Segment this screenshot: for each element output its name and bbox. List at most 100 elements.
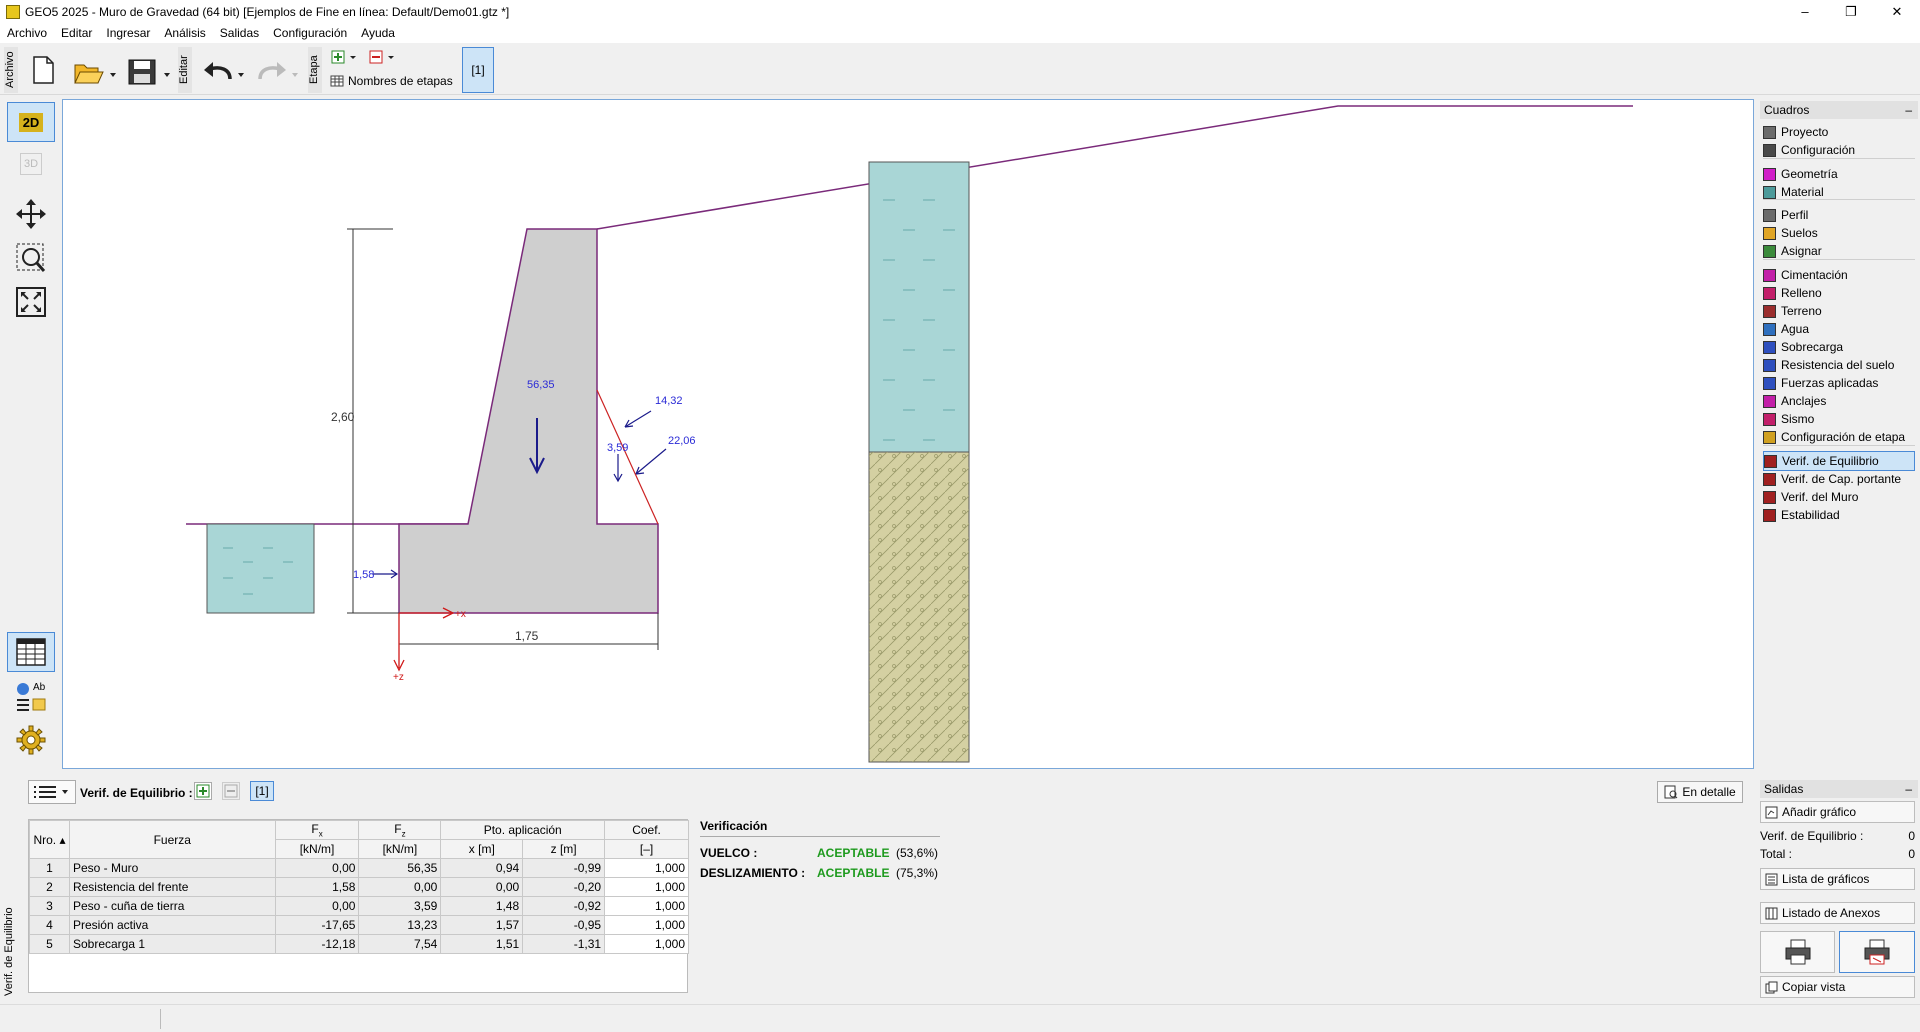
earthquake-icon bbox=[1763, 412, 1776, 426]
stage-tag-button[interactable]: [1] bbox=[250, 781, 274, 801]
cell-coef[interactable]: 1,000 bbox=[604, 877, 689, 897]
cuadros-item-wall-check[interactable]: Verif. del Muro bbox=[1763, 487, 1915, 507]
table-view-button[interactable] bbox=[7, 632, 55, 672]
graph-list-button[interactable]: Lista de gráficos bbox=[1760, 868, 1915, 890]
add-graph-icon bbox=[1765, 806, 1778, 818]
cell-coef[interactable]: 1,000 bbox=[604, 934, 689, 954]
drawing-canvas[interactable]: 2,60 1,75 56,35 14,32 3,59 22,06 1,58 +x… bbox=[62, 99, 1754, 769]
list-menu-button[interactable] bbox=[28, 780, 76, 804]
annex-list-label: Listado de Anexos bbox=[1782, 906, 1881, 920]
zoom-extents-button[interactable] bbox=[7, 282, 55, 322]
add-graph-label: Añadir gráfico bbox=[1782, 805, 1857, 819]
menu-ayuda[interactable]: Ayuda bbox=[354, 26, 402, 40]
cuadros-item-foundation[interactable]: Cimentación bbox=[1763, 265, 1915, 285]
height-dimension-label: 2,60 bbox=[331, 410, 355, 424]
undo-button[interactable] bbox=[198, 55, 248, 89]
view-3d-label: 3D bbox=[19, 153, 43, 175]
add-graph-button[interactable]: Añadir gráfico bbox=[1760, 801, 1915, 823]
menu-archivo[interactable]: Archivo bbox=[0, 26, 54, 40]
cell-coef[interactable]: 1,000 bbox=[604, 915, 689, 935]
redo-button[interactable] bbox=[252, 55, 302, 89]
legend-button[interactable]: Ab bbox=[7, 676, 55, 716]
menu-analisis[interactable]: Análisis bbox=[157, 26, 212, 40]
cell-fx: 1,58 bbox=[274, 877, 360, 897]
cuadros-item-bearing[interactable]: Verif. de Cap. portante bbox=[1763, 469, 1915, 489]
cuadros-item-label: Proyecto bbox=[1781, 125, 1829, 139]
outputs-collapse-button[interactable]: – bbox=[1905, 780, 1912, 798]
cell-coef[interactable]: 1,000 bbox=[604, 858, 689, 878]
copy-view-icon bbox=[1765, 981, 1778, 993]
stage-1-button[interactable]: [1] bbox=[462, 47, 494, 93]
table-row[interactable]: 3 Peso - cuña de tierra 0,00 3,59 1,48 -0,92 1… bbox=[29, 896, 689, 916]
view-2d-button[interactable]: 2D bbox=[7, 102, 55, 142]
cell-fz: 0,00 bbox=[358, 877, 442, 897]
cuadros-item-stage-settings[interactable]: Configuración de etapa bbox=[1763, 427, 1915, 447]
cuadros-item-assign[interactable]: Asignar bbox=[1763, 241, 1915, 261]
move-icon bbox=[16, 199, 46, 229]
cuadros-collapse-button[interactable]: – bbox=[1905, 101, 1912, 119]
cuadros-item-equilibrium[interactable]: Verif. de Equilibrio bbox=[1763, 451, 1915, 471]
copy-view-button[interactable]: Copiar vista bbox=[1760, 976, 1915, 998]
table-row[interactable]: 2 Resistencia del frente 1,58 0,00 0,00 -0,20… bbox=[29, 877, 689, 897]
cuadros-item-material[interactable]: Material bbox=[1763, 182, 1915, 202]
cuadros-item-document[interactable]: Proyecto bbox=[1763, 122, 1915, 142]
cuadros-item-soils[interactable]: Suelos bbox=[1763, 223, 1915, 243]
cuadros-item-profile[interactable]: Perfil bbox=[1763, 205, 1915, 225]
cuadros-item-surcharge[interactable]: Sobrecarga bbox=[1763, 337, 1915, 357]
view-3d-button[interactable]: 3D bbox=[7, 144, 55, 184]
active-force-arrow bbox=[635, 448, 667, 475]
cuadros-item-gear[interactable]: Configuración bbox=[1763, 140, 1915, 160]
foundation-icon bbox=[1763, 268, 1776, 282]
front-resistance-label: 1,58 bbox=[353, 569, 374, 581]
open-file-button[interactable] bbox=[70, 55, 120, 89]
remove-row-button[interactable] bbox=[222, 782, 240, 800]
stage-names-button[interactable]: Nombres de etapas bbox=[330, 73, 456, 89]
detail-icon bbox=[1664, 785, 1678, 799]
menu-salidas[interactable]: Salidas bbox=[213, 26, 266, 40]
table-row[interactable]: 4 Presión activa -17,65 13,23 1,57 -0,95 1,000 bbox=[29, 915, 689, 935]
print-button[interactable] bbox=[1760, 931, 1835, 973]
menu-configuracion[interactable]: Configuración bbox=[266, 26, 354, 40]
restore-button[interactable]: ❐ bbox=[1828, 0, 1874, 23]
menu-ingresar[interactable]: Ingresar bbox=[99, 26, 157, 40]
cuadros-item-anchors[interactable]: Anclajes bbox=[1763, 391, 1915, 411]
add-row-button[interactable] bbox=[194, 782, 212, 800]
pan-button[interactable] bbox=[7, 194, 55, 234]
add-stage-button[interactable] bbox=[330, 49, 360, 65]
print-export-button[interactable] bbox=[1839, 931, 1915, 973]
cuadros-item-soil-resistance[interactable]: Resistencia del suelo bbox=[1763, 355, 1915, 375]
cuadros-item-backfill[interactable]: Relleno bbox=[1763, 283, 1915, 303]
cuadros-item-applied-forces[interactable]: Fuerzas aplicadas bbox=[1763, 373, 1915, 393]
cuadros-item-terrain[interactable]: Terreno bbox=[1763, 301, 1915, 321]
surcharge-force-label: 14,32 bbox=[655, 395, 683, 407]
table-row[interactable]: 5 Sobrecarga 1 -12,18 7,54 1,51 -1,31 1,000 bbox=[29, 934, 689, 954]
save-file-button[interactable] bbox=[124, 55, 174, 89]
cell-z: -0,92 bbox=[522, 896, 606, 916]
settings-button[interactable] bbox=[7, 720, 55, 760]
cuadros-item-label: Fuerzas aplicadas bbox=[1781, 376, 1879, 390]
terrain-icon bbox=[1763, 304, 1776, 318]
cuadros-item-stability[interactable]: Estabilidad bbox=[1763, 505, 1915, 525]
height-dimension bbox=[347, 228, 399, 614]
cell-coef[interactable]: 1,000 bbox=[604, 896, 689, 916]
zoom-button[interactable] bbox=[7, 238, 55, 278]
annex-list-button[interactable]: Listado de Anexos bbox=[1760, 902, 1915, 924]
minimize-button[interactable]: – bbox=[1782, 0, 1828, 23]
detail-button[interactable]: En detalle bbox=[1657, 781, 1743, 803]
close-button[interactable]: ✕ bbox=[1874, 0, 1920, 23]
menu-editar[interactable]: Editar bbox=[54, 26, 99, 40]
cell-fuerza: Sobrecarga 1 bbox=[68, 934, 276, 954]
overturning-status: ACEPTABLE bbox=[817, 846, 890, 860]
outputs-title: Salidas bbox=[1764, 782, 1804, 796]
total-count-value: 0 bbox=[1908, 847, 1915, 861]
cuadros-item-earthquake[interactable]: Sismo bbox=[1763, 409, 1915, 429]
col-nro-header[interactable]: Nro. ▴ bbox=[29, 820, 70, 859]
new-file-button[interactable] bbox=[28, 53, 58, 87]
table-row[interactable]: 1 Peso - Muro 0,00 56,35 0,94 -0,99 1,000 bbox=[29, 858, 689, 878]
remove-stage-button[interactable] bbox=[368, 49, 398, 65]
cuadros-item-water[interactable]: Agua bbox=[1763, 319, 1915, 339]
cuadros-item-label: Estabilidad bbox=[1781, 508, 1840, 522]
cuadros-item-geometry[interactable]: Geometría bbox=[1763, 164, 1915, 184]
col-fuerza-header[interactable]: Fuerza bbox=[68, 820, 276, 859]
cuadros-item-label: Suelos bbox=[1781, 226, 1818, 240]
